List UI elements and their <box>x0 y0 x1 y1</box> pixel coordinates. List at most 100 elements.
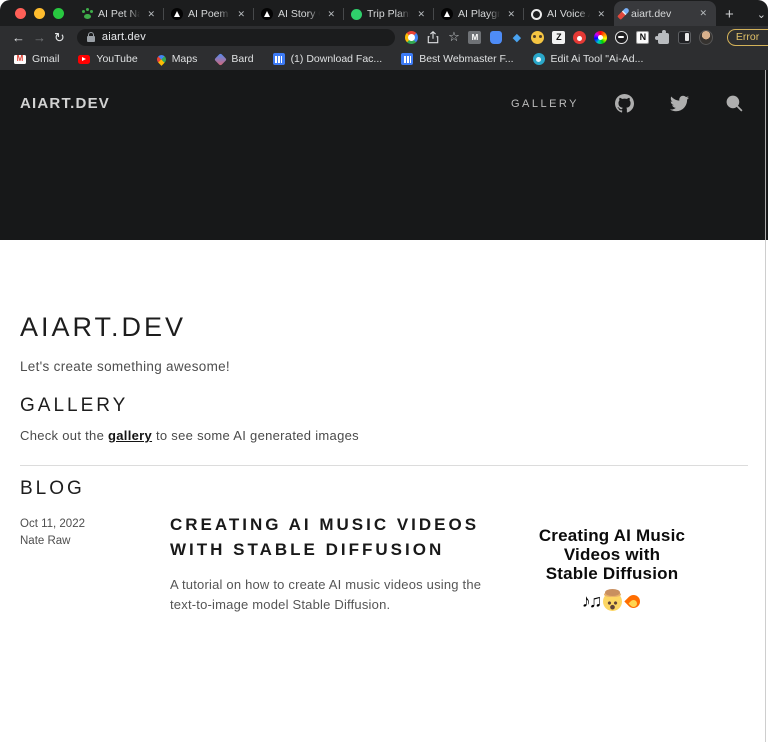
bookmark-best-webmaster[interactable]: Best Webmaster F... <box>401 53 513 65</box>
zoom-window-button[interactable] <box>53 8 64 19</box>
minimize-window-button[interactable] <box>34 8 45 19</box>
close-window-button[interactable] <box>15 8 26 19</box>
page-subtitle: Let's create something awesome! <box>20 359 748 374</box>
triangle-favicon-icon <box>441 8 453 20</box>
gmail-icon: M <box>14 55 26 64</box>
bookmark-label: (1) Download Fac... <box>291 53 383 65</box>
tab-ai-story[interactable]: AI Story Gene ✕ <box>254 2 344 26</box>
blue-tile-icon <box>273 53 285 65</box>
site-nav: GALLERY <box>511 94 744 113</box>
tab-search-chevron-icon[interactable]: ⌄ <box>743 8 768 26</box>
bookmark-label: Best Webmaster F... <box>419 53 513 65</box>
site-header: AIART.DEV GALLERY <box>0 70 768 240</box>
bookmark-download-fac[interactable]: (1) Download Fac... <box>273 53 383 65</box>
reload-button[interactable]: ↻ <box>54 31 65 44</box>
post-meta: Oct 11, 2022 Nate Raw <box>20 512 170 614</box>
dark-reader-icon[interactable] <box>615 31 628 44</box>
green-dot-favicon-icon <box>351 9 362 20</box>
paintbrush-favicon-icon <box>617 7 630 20</box>
tab-close-icon[interactable]: ✕ <box>145 8 157 21</box>
bookmark-label: Gmail <box>32 53 59 65</box>
tab-trip-planner[interactable]: Trip Planner | ✕ <box>344 2 434 26</box>
tab-label: aiart.dev <box>631 8 692 20</box>
extensions-puzzle-icon[interactable] <box>658 33 669 44</box>
paw-favicon-icon <box>81 8 93 20</box>
thumbnail-text-line: Videos with <box>526 545 698 564</box>
section-divider <box>20 465 748 466</box>
bookmark-youtube[interactable]: YouTube <box>78 53 137 65</box>
notion-icon[interactable]: N <box>636 31 649 44</box>
sidebar-extension-icon[interactable] <box>678 31 691 44</box>
page-content: AIART.DEV Let's create something awesome… <box>0 240 768 614</box>
bookmark-label: Bard <box>231 53 253 65</box>
bookmark-label: YouTube <box>96 53 137 65</box>
browser-toolbar: ← → ↻ aiart.dev ☆ M ◆ Z N Error <box>0 26 768 48</box>
post-description: A tutorial on how to create AI music vid… <box>170 575 506 614</box>
blog-post-row: Oct 11, 2022 Nate Raw CREATING AI MUSIC … <box>20 512 748 614</box>
google-icon[interactable] <box>405 31 418 44</box>
exploding-head-emoji <box>603 592 622 611</box>
tab-close-icon[interactable]: ✕ <box>697 7 709 20</box>
twitter-icon[interactable] <box>670 94 689 113</box>
fire-emoji <box>625 591 642 611</box>
bookmark-edit-ai-tool[interactable]: Edit Ai Tool "Ai-Ad... <box>533 53 644 65</box>
triangle-favicon-icon <box>171 8 183 20</box>
tab-label: AI Playground <box>458 8 500 20</box>
browser-menu-error-badge[interactable]: Error ⋮ <box>727 29 768 46</box>
bookmark-star-icon[interactable]: ☆ <box>447 30 461 44</box>
tab-close-icon[interactable]: ✕ <box>595 8 607 21</box>
tab-ai-poem[interactable]: AI Poem Gene ✕ <box>164 2 254 26</box>
youtube-icon <box>78 55 90 64</box>
tab-close-icon[interactable]: ✕ <box>415 8 427 21</box>
tab-label: AI Story Gene <box>278 8 320 20</box>
page-title: AIART.DEV <box>20 312 748 343</box>
ring-favicon-icon <box>531 9 542 20</box>
browser-window: AI Pet Name G ✕ AI Poem Gene ✕ AI Story … <box>0 0 768 742</box>
back-button[interactable]: ← <box>12 31 25 44</box>
address-bar[interactable]: aiart.dev <box>77 29 395 46</box>
profile-avatar[interactable] <box>699 30 713 45</box>
tab-close-icon[interactable]: ✕ <box>325 8 337 21</box>
nav-gallery-link[interactable]: GALLERY <box>511 98 579 110</box>
extension-z-icon[interactable]: Z <box>552 31 565 44</box>
bard-sparkle-icon <box>215 53 228 66</box>
music-notes-emoji: ♪♫ <box>582 591 601 612</box>
extension-diamond-icon[interactable]: ◆ <box>510 30 524 44</box>
post-title-link[interactable]: CREATING AI MUSIC VIDEOS WITH STABLE DIF… <box>170 512 506 562</box>
post-thumbnail[interactable]: Creating AI Music Videos with Stable Dif… <box>526 512 698 614</box>
new-tab-button[interactable]: + <box>716 6 743 26</box>
tab-close-icon[interactable]: ✕ <box>235 8 247 21</box>
tab-ai-pet-name[interactable]: AI Pet Name G ✕ <box>74 2 164 26</box>
gallery-link[interactable]: gallery <box>108 428 152 443</box>
tab-ai-playground[interactable]: AI Playground ✕ <box>434 2 524 26</box>
forward-button[interactable]: → <box>33 31 46 44</box>
triangle-favicon-icon <box>261 8 273 20</box>
color-wheel-icon[interactable] <box>594 31 607 44</box>
window-right-edge <box>765 70 766 742</box>
tab-close-icon[interactable]: ✕ <box>505 8 517 21</box>
bookmark-maps[interactable]: Maps <box>157 53 198 65</box>
post-body: CREATING AI MUSIC VIDEOS WITH STABLE DIF… <box>170 512 506 614</box>
search-icon[interactable] <box>725 94 744 113</box>
post-date: Oct 11, 2022 <box>20 516 170 533</box>
bookmark-label: Maps <box>172 53 198 65</box>
site-brand[interactable]: AIART.DEV <box>20 95 110 112</box>
extension-red-icon[interactable] <box>573 31 586 44</box>
tab-ai-voice[interactable]: AI Voice Acti ✕ <box>524 2 614 26</box>
gallery-text-before: Check out the <box>20 428 108 443</box>
tab-aiart-dev-active[interactable]: aiart.dev ✕ <box>614 1 716 26</box>
url-text: aiart.dev <box>102 31 146 43</box>
tab-label: AI Pet Name G <box>98 8 140 20</box>
bookmark-label: Edit Ai Tool "Ai-Ad... <box>551 53 644 65</box>
tab-label: AI Voice Acti <box>547 8 590 20</box>
nerd-face-icon[interactable] <box>531 31 544 44</box>
bookmark-gmail[interactable]: M Gmail <box>14 53 59 65</box>
share-icon[interactable] <box>426 30 440 44</box>
extension-m-icon[interactable]: M <box>468 31 481 44</box>
post-author: Nate Raw <box>20 533 170 550</box>
extension-blue-icon[interactable] <box>490 31 502 44</box>
blue-tile-icon <box>401 53 413 65</box>
bookmark-bard[interactable]: Bard <box>216 53 253 65</box>
toolbar-icons: ☆ M ◆ Z N <box>405 30 713 44</box>
github-icon[interactable] <box>615 94 634 113</box>
